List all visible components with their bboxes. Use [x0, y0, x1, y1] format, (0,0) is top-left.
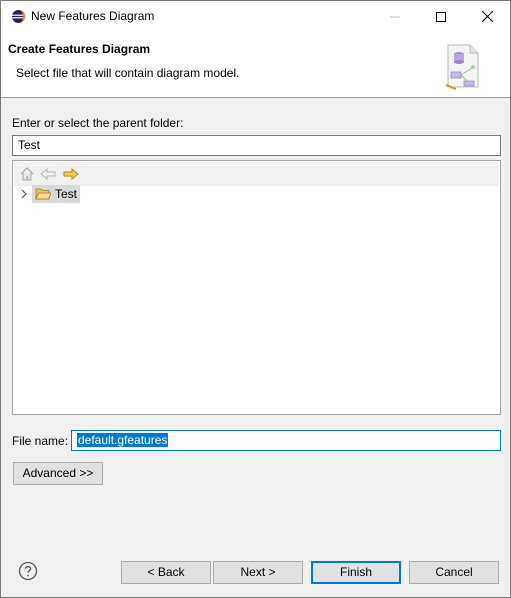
parent-folder-label: Enter or select the parent folder: — [12, 116, 184, 130]
minimize-icon — [390, 16, 400, 17]
cancel-button[interactable]: Cancel — [409, 561, 499, 584]
file-name-input[interactable]: default.gfeatures — [71, 430, 501, 451]
maximize-button[interactable] — [418, 1, 464, 32]
folder-tree[interactable]: Test — [12, 160, 501, 415]
home-icon[interactable] — [19, 166, 35, 182]
forward-arrow-icon[interactable] — [63, 166, 79, 182]
close-button[interactable] — [464, 1, 510, 32]
back-arrow-icon[interactable] — [40, 166, 56, 182]
maximize-icon — [436, 11, 446, 22]
open-folder-icon — [35, 188, 51, 200]
tree-toolbar — [14, 162, 499, 186]
tree-item-test[interactable]: Test — [32, 185, 80, 203]
page-description: Select file that will contain diagram mo… — [16, 66, 240, 80]
close-icon — [481, 11, 493, 22]
dialog-window: New Features Diagram Create Features Dia… — [0, 0, 511, 598]
page-title: Create Features Diagram — [8, 42, 151, 56]
help-icon[interactable] — [18, 561, 38, 581]
chevron-right-icon[interactable] — [19, 189, 29, 199]
eclipse-icon — [11, 9, 26, 24]
parent-folder-input[interactable]: Test — [12, 135, 501, 156]
advanced-button[interactable]: Advanced >> — [13, 462, 103, 485]
file-name-value: default.gfeatures — [77, 433, 169, 447]
tree-item-label: Test — [55, 187, 78, 201]
window-title: New Features Diagram — [31, 9, 155, 23]
finish-button[interactable]: Finish — [311, 561, 401, 584]
minimize-button[interactable] — [372, 1, 418, 32]
file-name-label: File name: — [12, 434, 69, 448]
next-button[interactable]: Next > — [213, 561, 303, 584]
back-button[interactable]: < Back — [121, 561, 211, 584]
diagram-wizard-icon — [445, 44, 479, 91]
title-bar: New Features Diagram — [1, 1, 510, 32]
header-banner: Create Features Diagram Select file that… — [1, 32, 510, 98]
